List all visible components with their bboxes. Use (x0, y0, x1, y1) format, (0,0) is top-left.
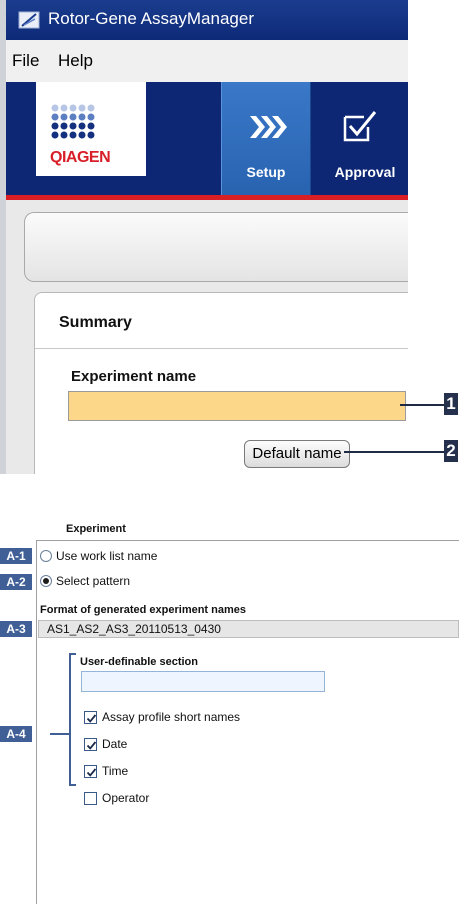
section-border (36, 540, 37, 904)
experiment-section-title: Experiment (66, 523, 126, 535)
menu-bar: File Help (6, 40, 408, 82)
checkbox-label: Operator (102, 791, 150, 805)
checkbox-icon (343, 111, 377, 142)
logo-text: QIAGEN (50, 149, 111, 166)
user-definable-section-input[interactable] (81, 671, 325, 692)
window-title: Rotor-Gene AssayManager (48, 9, 254, 28)
tab-setup[interactable]: Setup (221, 82, 311, 195)
group-bracket (69, 653, 76, 786)
option-label: Select pattern (56, 574, 131, 588)
experiment-name-label: Experiment name (71, 368, 197, 385)
radio-use-work-list-name[interactable] (40, 550, 52, 562)
checkmark-icon (86, 741, 97, 750)
tag-a1: A-1 (0, 548, 32, 564)
checkbox-label: Assay profile short names (102, 710, 241, 724)
checkmark-icon (86, 768, 97, 777)
tag-a2: A-2 (0, 574, 32, 590)
callout-2: 2 (444, 440, 458, 462)
summary-title: Summary (59, 314, 132, 331)
logo-dots-icon (51, 104, 95, 139)
checkmark-icon (86, 714, 97, 723)
checkbox-label: Date (102, 737, 128, 751)
tag-a4: A-4 (0, 726, 32, 742)
app-window: Rotor-Gene AssayManager File Help QIAGEN (0, 0, 408, 474)
checkbox-time[interactable] (84, 765, 97, 778)
app-icon (18, 11, 40, 29)
radio-select-pattern[interactable] (40, 575, 52, 587)
divider (35, 348, 408, 349)
callout-1: 1 (444, 393, 458, 415)
option-label: Use work list name (56, 549, 158, 563)
checkbox-date[interactable] (84, 738, 97, 751)
checkbox-label: Time (102, 764, 129, 778)
chevrons-icon (250, 116, 287, 138)
menu-file[interactable]: File (12, 51, 39, 71)
tab-setup-label: Setup (246, 164, 286, 180)
user-definable-section-label: User-definable section (80, 656, 198, 668)
format-preview-field: AS1_AS2_AS3_20110513_0430 (38, 620, 459, 638)
section-divider (36, 540, 459, 541)
checkbox-operator[interactable] (84, 792, 97, 805)
group-bracket-line (50, 733, 70, 735)
tag-a3: A-3 (0, 621, 32, 637)
qiagen-logo: QIAGEN (36, 82, 146, 176)
sub-tab-strip (24, 212, 408, 282)
title-bar: Rotor-Gene AssayManager (6, 0, 408, 40)
callout-line-1 (400, 404, 444, 406)
nav-bar: QIAGEN Setup Approval (6, 82, 408, 198)
tab-approval-label: Approval (334, 164, 396, 180)
tab-approval[interactable]: Approval (316, 82, 408, 195)
default-name-button[interactable]: Default name (244, 440, 350, 468)
experiment-name-field[interactable] (68, 391, 406, 421)
checkbox-assay-profile-short-names[interactable] (84, 711, 97, 724)
callout-line-2 (344, 451, 444, 453)
summary-panel: Summary Experiment name Default name (34, 292, 408, 474)
menu-help[interactable]: Help (58, 51, 93, 71)
format-label: Format of generated experiment names (40, 604, 247, 616)
